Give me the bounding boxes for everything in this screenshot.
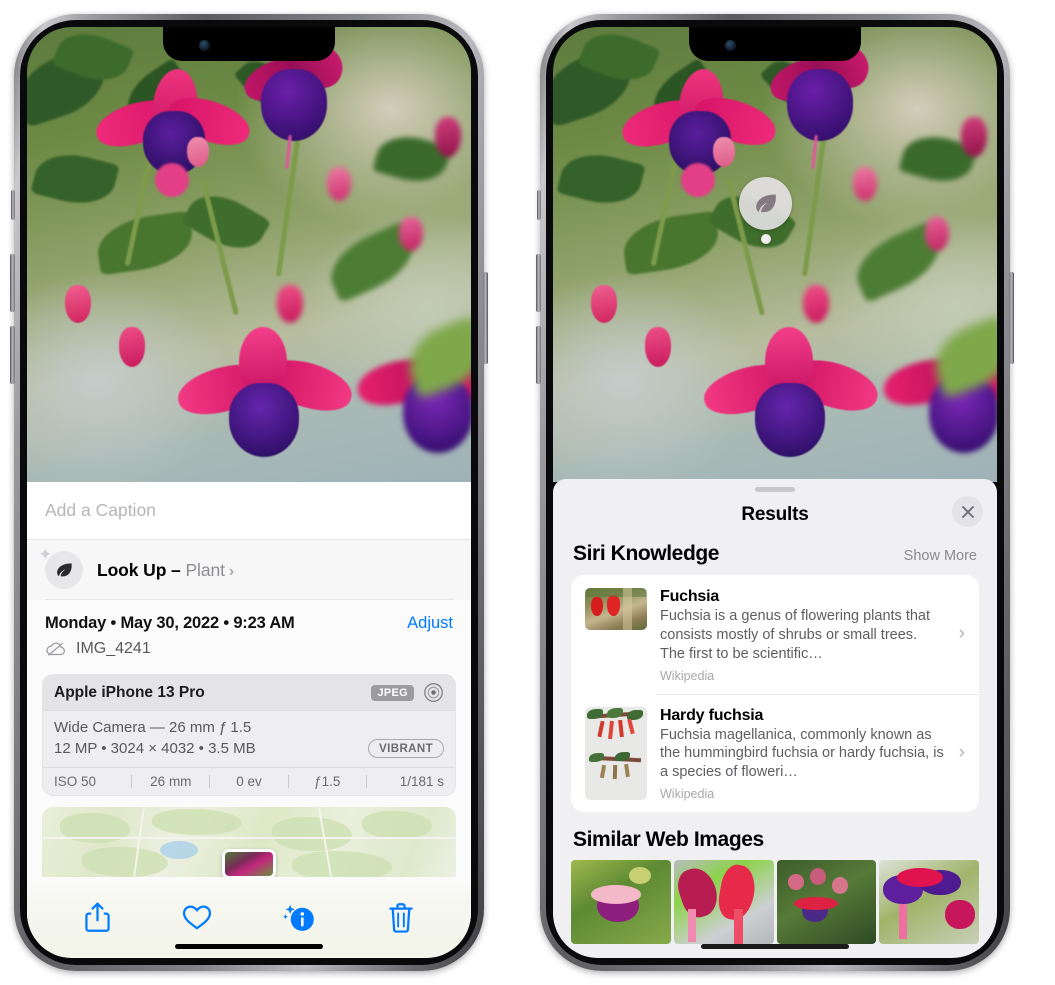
leaf-icon bbox=[756, 194, 776, 213]
info-sparkle-icon bbox=[282, 904, 314, 931]
notch-right bbox=[689, 27, 861, 61]
knowledge-source: Wikipedia bbox=[660, 668, 715, 683]
lens-info: Wide Camera — 26 mm ƒ 1.5 bbox=[54, 719, 252, 736]
results-sheet: Results Siri Knowledge Show More Fuchsia… bbox=[553, 479, 997, 958]
photo-info-sheet: ✦ Look Up – Plant› Monday • May 30, 2022… bbox=[27, 482, 471, 958]
section-title-similar-web-images: Similar Web Images bbox=[573, 828, 764, 852]
power-button-left[interactable] bbox=[483, 272, 488, 364]
similar-image-1[interactable] bbox=[571, 860, 671, 945]
map-photo-pin[interactable] bbox=[222, 849, 276, 877]
look-up-label: Look Up – Plant › bbox=[97, 560, 234, 581]
left-screen: ✦ Look Up – Plant› Monday • May 30, 2022… bbox=[27, 27, 471, 958]
photo-viewer-left[interactable] bbox=[27, 27, 471, 482]
power-button-right[interactable] bbox=[1009, 272, 1014, 364]
volume-down-button-left[interactable] bbox=[10, 326, 15, 384]
look-up-title: Look Up bbox=[97, 559, 167, 580]
camera-card-body: Wide Camera — 26 mm ƒ 1.5 12 MP • 3024 ×… bbox=[43, 711, 455, 767]
right-iphone: Results Siri Knowledge Show More Fuchsia… bbox=[536, 14, 1014, 971]
section-title-siri-knowledge: Siri Knowledge bbox=[573, 542, 720, 565]
delete-button[interactable] bbox=[388, 902, 414, 933]
trash-icon bbox=[388, 902, 413, 933]
exif-iso: ISO 50 bbox=[54, 774, 97, 789]
heart-icon bbox=[183, 904, 212, 930]
knowledge-title: Hardy fuchsia bbox=[660, 706, 764, 724]
favorite-button[interactable] bbox=[182, 904, 212, 931]
similar-web-images-strip[interactable] bbox=[553, 860, 997, 945]
exif-aperture: ƒ1.5 bbox=[314, 774, 341, 789]
results-header: Results bbox=[553, 492, 997, 538]
exif-shutter: 1/181 s bbox=[399, 774, 445, 789]
silent-switch-right[interactable] bbox=[537, 190, 541, 220]
badge-anchor-dot bbox=[760, 234, 771, 244]
info-button[interactable] bbox=[282, 901, 317, 933]
home-indicator-left[interactable] bbox=[175, 944, 323, 949]
photographic-style-badge: VIBRANT bbox=[368, 739, 444, 758]
adjust-button[interactable]: Adjust bbox=[407, 614, 453, 633]
hardy-fuchsia-thumbnail bbox=[585, 706, 647, 800]
look-up-row[interactable]: ✦ Look Up – Plant › bbox=[27, 540, 471, 600]
visual-lookup-badge[interactable] bbox=[739, 177, 792, 244]
siri-knowledge-card: Fuchsia Fuchsia is a genus of flowering … bbox=[571, 575, 979, 813]
exif-exposure: 0 ev bbox=[236, 774, 262, 789]
sparkle-icon: ✦ bbox=[38, 545, 53, 564]
chevron-right-icon: › bbox=[958, 741, 965, 763]
close-button[interactable] bbox=[952, 496, 983, 527]
screenshot-root: ✦ Look Up – Plant› Monday • May 30, 2022… bbox=[0, 0, 1055, 985]
location-map-card[interactable] bbox=[42, 807, 456, 877]
volume-down-button-right[interactable] bbox=[536, 326, 541, 384]
similar-image-2[interactable] bbox=[673, 860, 774, 945]
right-screen: Results Siri Knowledge Show More Fuchsia… bbox=[553, 27, 997, 958]
left-iphone: ✦ Look Up – Plant› Monday • May 30, 2022… bbox=[10, 14, 488, 971]
exif-focal: 26 mm bbox=[150, 774, 192, 789]
icloud-slash-icon bbox=[46, 642, 66, 656]
knowledge-source: Wikipedia bbox=[660, 787, 715, 802]
similar-image-3[interactable] bbox=[776, 860, 877, 945]
siri-knowledge-header: Siri Knowledge Show More bbox=[553, 538, 997, 575]
notch-left bbox=[163, 27, 335, 61]
front-camera-left bbox=[199, 40, 210, 51]
caption-field-row[interactable] bbox=[27, 482, 471, 540]
share-icon bbox=[85, 902, 111, 932]
front-camera-right bbox=[725, 40, 736, 51]
knowledge-item-hardy-fuchsia[interactable]: Hardy fuchsia Fuchsia magellanica, commo… bbox=[571, 693, 979, 813]
volume-up-button-right[interactable] bbox=[536, 254, 541, 312]
close-icon bbox=[961, 505, 974, 518]
look-up-dash: – bbox=[166, 559, 186, 580]
share-button[interactable] bbox=[84, 902, 111, 933]
exif-row: ISO 50 26 mm 0 ev ƒ1.5 1/181 s bbox=[43, 767, 455, 795]
photo-viewer-right[interactable] bbox=[553, 27, 997, 482]
knowledge-description: Fuchsia magellanica, commonly known as t… bbox=[660, 726, 944, 781]
leaf-icon bbox=[57, 563, 72, 577]
format-badge: JPEG bbox=[371, 684, 414, 701]
knowledge-title: Fuchsia bbox=[660, 588, 720, 605]
fuchsia-thumbnail bbox=[585, 588, 647, 630]
home-indicator-right[interactable] bbox=[701, 944, 849, 949]
caption-input[interactable] bbox=[45, 500, 453, 521]
similar-web-images-header: Similar Web Images bbox=[553, 812, 997, 860]
similar-image-4[interactable] bbox=[879, 860, 979, 945]
chevron-right-icon: › bbox=[228, 562, 235, 580]
volume-up-button-left[interactable] bbox=[10, 254, 15, 312]
results-title: Results bbox=[741, 504, 809, 525]
look-up-subject: Plant bbox=[185, 559, 225, 580]
photo-date: Monday • May 30, 2022 • 9:23 AM bbox=[45, 614, 295, 632]
camera-model: Apple iPhone 13 Pro bbox=[54, 683, 205, 701]
camera-info-card[interactable]: Apple iPhone 13 Pro JPEG Wide Camera — 2… bbox=[42, 674, 456, 796]
camera-card-header: Apple iPhone 13 Pro JPEG bbox=[43, 675, 455, 711]
knowledge-item-fuchsia[interactable]: Fuchsia Fuchsia is a genus of flowering … bbox=[571, 575, 979, 694]
leaf-icon-container: ✦ bbox=[38, 546, 83, 589]
photo-metadata-block: Monday • May 30, 2022 • 9:23 AM Adjust I… bbox=[27, 600, 471, 666]
chevron-right-icon: › bbox=[958, 623, 965, 645]
aperture-icon bbox=[424, 683, 443, 702]
knowledge-description: Fuchsia is a genus of flowering plants t… bbox=[660, 608, 931, 662]
show-more-button[interactable]: Show More bbox=[904, 548, 977, 564]
photo-filename: IMG_4241 bbox=[76, 640, 151, 657]
silent-switch-left[interactable] bbox=[11, 190, 15, 220]
image-size-info: 12 MP • 3024 × 4032 • 3.5 MB bbox=[54, 740, 256, 757]
